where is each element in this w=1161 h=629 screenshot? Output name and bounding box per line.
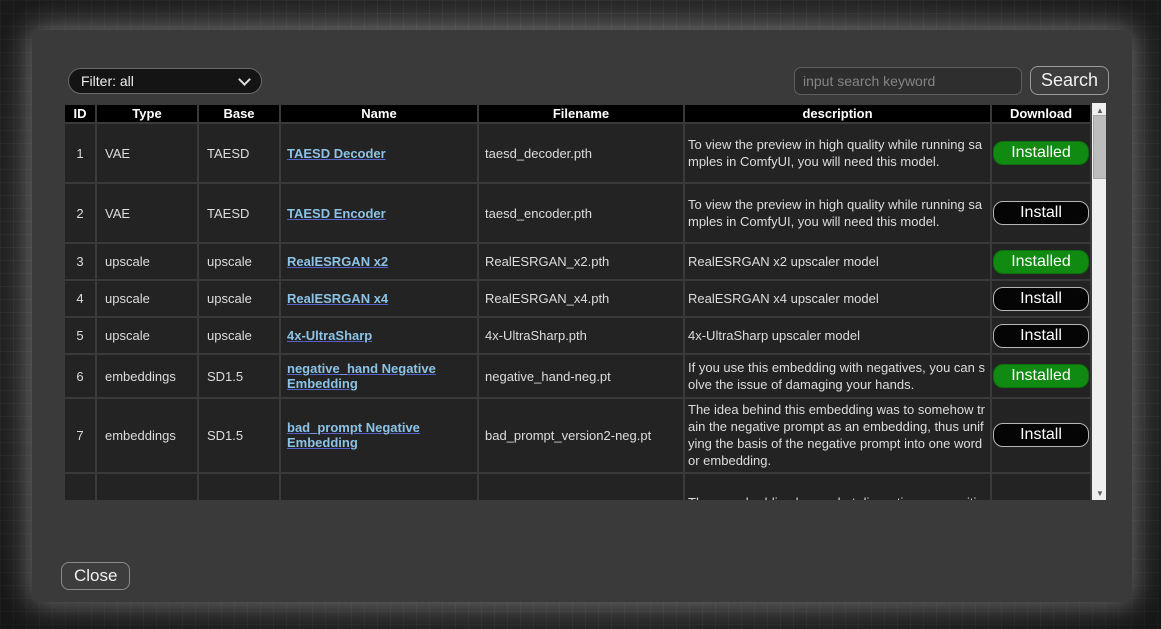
model-name-link[interactable]: bad_prompt Negative Embedding xyxy=(287,420,420,450)
id-cell: 7 xyxy=(64,398,96,473)
model-manager-dialog: Filter: all Search ID Type Base Name Fil… xyxy=(32,30,1132,602)
base-cell: TAESD xyxy=(198,123,280,183)
description-cell: These embedding learn what disgusting co… xyxy=(684,473,991,500)
description-cell: RealESRGAN x4 upscaler model xyxy=(684,280,991,317)
model-name-link[interactable]: RealESRGAN x2 xyxy=(287,254,388,269)
download-button[interactable]: Install xyxy=(993,287,1089,311)
base-cell: upscale xyxy=(198,243,280,280)
type-cell: upscale xyxy=(96,317,198,354)
filename-cell: bad_prompt_version2-neg.pt xyxy=(478,398,684,473)
download-button[interactable]: Install xyxy=(993,423,1089,447)
header-description: description xyxy=(684,104,991,123)
table-header-row: ID Type Base Name Filename description D… xyxy=(64,104,1091,123)
filename-cell: RealESRGAN_x2.pth xyxy=(478,243,684,280)
download-button[interactable]: Installed xyxy=(993,141,1089,165)
description-cell: If you use this embedding with negatives… xyxy=(684,354,991,398)
base-cell xyxy=(198,473,280,500)
base-cell: upscale xyxy=(198,317,280,354)
description-cell: To view the preview in high quality whil… xyxy=(684,123,991,183)
id-cell: 4 xyxy=(64,280,96,317)
table-row: 6 embeddings SD1.5 negative_hand Negativ… xyxy=(64,354,1091,398)
description-cell: To view the preview in high quality whil… xyxy=(684,183,991,243)
base-cell: SD1.5 xyxy=(198,398,280,473)
close-button[interactable]: Close xyxy=(61,562,130,590)
base-cell: SD1.5 xyxy=(198,354,280,398)
filter-select[interactable]: Filter: all xyxy=(68,68,262,94)
type-cell: embeddings xyxy=(96,398,198,473)
base-cell: TAESD xyxy=(198,183,280,243)
scrollbar-down-icon[interactable]: ▼ xyxy=(1092,486,1106,500)
id-cell xyxy=(64,473,96,500)
download-button[interactable]: Installed xyxy=(993,364,1089,388)
type-cell: upscale xyxy=(96,280,198,317)
model-name-link[interactable]: RealESRGAN x4 xyxy=(287,291,388,306)
table-row: 3 upscale upscale RealESRGAN x2 RealESRG… xyxy=(64,243,1091,280)
header-download: Download xyxy=(991,104,1091,123)
type-cell: upscale xyxy=(96,243,198,280)
table-row: These embedding learn what disgusting co… xyxy=(64,473,1091,500)
model-name-link[interactable]: TAESD Encoder xyxy=(287,206,386,221)
search-input[interactable] xyxy=(794,67,1022,95)
models-table-container: ID Type Base Name Filename description D… xyxy=(63,103,1106,500)
type-cell: VAE xyxy=(96,183,198,243)
scrollbar-thumb[interactable] xyxy=(1093,115,1106,179)
description-cell: 4x-UltraSharp upscaler model xyxy=(684,317,991,354)
header-base: Base xyxy=(198,104,280,123)
filename-cell: 4x-UltraSharp.pth xyxy=(478,317,684,354)
model-name-link[interactable]: negative_hand Negative Embedding xyxy=(287,361,436,391)
base-cell: upscale xyxy=(198,280,280,317)
header-type: Type xyxy=(96,104,198,123)
filter-select-value: Filter: all xyxy=(81,73,134,89)
download-button[interactable]: Install xyxy=(993,201,1089,225)
header-filename: Filename xyxy=(478,104,684,123)
table-row: 4 upscale upscale RealESRGAN x4 RealESRG… xyxy=(64,280,1091,317)
models-table: ID Type Base Name Filename description D… xyxy=(63,103,1092,500)
download-button[interactable]: Install xyxy=(993,324,1089,348)
table-scrollbar[interactable]: ▲ ▼ xyxy=(1092,103,1106,500)
id-cell: 1 xyxy=(64,123,96,183)
id-cell: 2 xyxy=(64,183,96,243)
filename-cell: taesd_encoder.pth xyxy=(478,183,684,243)
description-cell: RealESRGAN x2 upscaler model xyxy=(684,243,991,280)
id-cell: 5 xyxy=(64,317,96,354)
header-id: ID xyxy=(64,104,96,123)
type-cell: VAE xyxy=(96,123,198,183)
download-cell-empty xyxy=(991,473,1091,500)
download-button[interactable]: Installed xyxy=(993,250,1089,274)
filename-cell: taesd_decoder.pth xyxy=(478,123,684,183)
table-row: 2 VAE TAESD TAESD Encoder taesd_encoder.… xyxy=(64,183,1091,243)
type-cell xyxy=(96,473,198,500)
filename-cell: RealESRGAN_x4.pth xyxy=(478,280,684,317)
id-cell: 6 xyxy=(64,354,96,398)
search-button[interactable]: Search xyxy=(1030,66,1109,95)
filename-cell xyxy=(478,473,684,500)
description-cell: The idea behind this embedding was to so… xyxy=(684,398,991,473)
filename-cell: negative_hand-neg.pt xyxy=(478,354,684,398)
chevron-down-icon xyxy=(238,73,251,86)
table-row: 1 VAE TAESD TAESD Decoder taesd_decoder.… xyxy=(64,123,1091,183)
id-cell: 3 xyxy=(64,243,96,280)
header-name: Name xyxy=(280,104,478,123)
table-row: 7 embeddings SD1.5 bad_prompt Negative E… xyxy=(64,398,1091,473)
table-row: 5 upscale upscale 4x-UltraSharp 4x-Ultra… xyxy=(64,317,1091,354)
type-cell: embeddings xyxy=(96,354,198,398)
model-name-link[interactable]: TAESD Decoder xyxy=(287,146,386,161)
model-name-link[interactable]: 4x-UltraSharp xyxy=(287,328,372,343)
